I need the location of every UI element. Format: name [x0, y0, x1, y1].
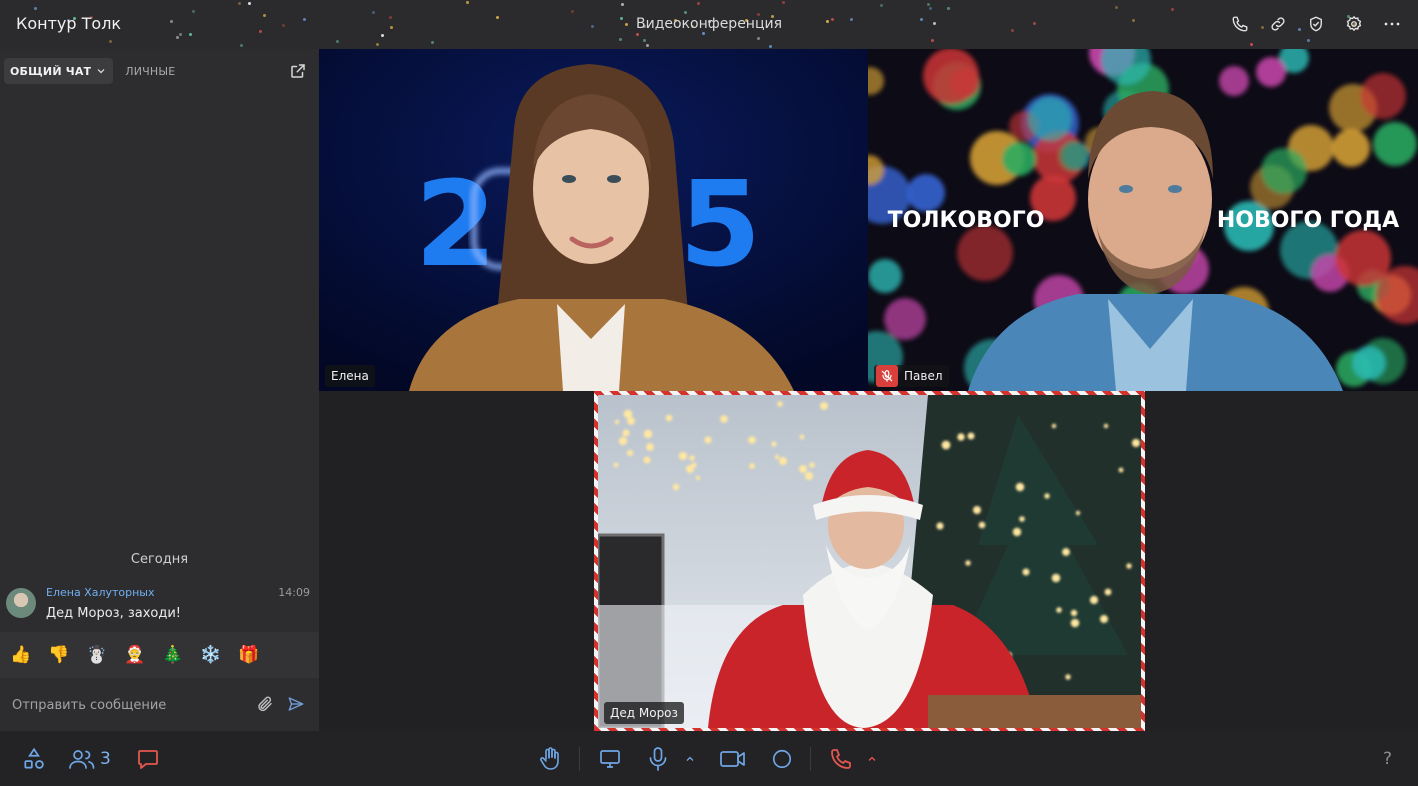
message-time: 14:09 — [278, 586, 310, 599]
raise-hand-button[interactable] — [536, 746, 564, 772]
help-button[interactable]: ? — [1383, 749, 1392, 769]
participant-video: ТОЛКОВОГО НОВОГО ГОДА — [868, 49, 1418, 391]
reaction-christmas-tree[interactable]: 🎄 — [162, 644, 184, 666]
participants-button[interactable]: 3 — [68, 746, 111, 772]
participant-name-badge: Павел — [874, 365, 949, 387]
phone-icon[interactable] — [1228, 12, 1252, 36]
toolbar-divider — [810, 747, 811, 771]
top-actions — [1228, 12, 1404, 36]
reaction-snowman[interactable]: ☃️ — [86, 644, 108, 666]
microphone-icon — [649, 747, 667, 771]
background-text-left: ТОЛКОВОГО — [888, 208, 1045, 233]
open-in-window-icon[interactable] — [289, 62, 307, 80]
tab-label: ОБЩИЙ ЧАТ — [10, 64, 92, 78]
video-stage: 2025 Елена ТОЛКОВОГО НОВОГО ГОД — [319, 49, 1418, 731]
microphone-options-button[interactable] — [680, 746, 700, 772]
record-circle-icon — [772, 749, 792, 769]
attach-icon[interactable] — [256, 695, 274, 713]
screen-share-button[interactable] — [596, 746, 624, 772]
garland-decoration — [0, 0, 1418, 49]
settings-icon[interactable] — [1342, 12, 1366, 36]
chevron-up-icon — [686, 756, 694, 761]
quick-reactions: 👍 👎 ☃️ 🤶 🎄 ❄️ 🎁 — [0, 632, 319, 678]
tab-label: ЛИЧНЫЕ — [125, 64, 176, 78]
call-options-button[interactable] — [862, 746, 882, 772]
users-icon — [69, 750, 95, 769]
hang-up-button[interactable] — [827, 746, 855, 772]
toolbar-divider — [579, 747, 580, 771]
avatar[interactable] — [6, 588, 36, 618]
tab-private-chats[interactable]: ЛИЧНЫЕ — [119, 58, 181, 84]
apps-shapes-icon — [24, 747, 44, 769]
link-icon[interactable] — [1266, 12, 1290, 36]
bottom-toolbar: 3 ? — [0, 731, 1418, 786]
record-button[interactable] — [769, 746, 795, 772]
app-window: Контур Толк Видеоконференция ОБЩИЙ ЧАТ Л… — [0, 0, 1418, 786]
day-separator: Сегодня — [130, 552, 189, 567]
message-composer — [0, 681, 319, 729]
reaction-mrs-claus[interactable]: 🤶 — [124, 644, 146, 666]
chevron-up-icon — [868, 756, 876, 761]
background-text-right: НОВОГО ГОДА — [1217, 208, 1399, 233]
participant-video — [598, 395, 1141, 728]
more-icon[interactable] — [1380, 12, 1404, 36]
message-author[interactable]: Елена Халуторных — [46, 586, 155, 599]
muted-microphone-icon — [876, 365, 898, 387]
apps-button[interactable] — [20, 746, 48, 772]
participant-name: Дед Мороз — [604, 702, 684, 724]
message-input[interactable] — [12, 695, 248, 715]
message-text: Дед Мороз, заходи! — [46, 606, 182, 621]
chat-sidebar: ОБЩИЙ ЧАТ ЛИЧНЫЕ Сегодня Елена Халуторны… — [0, 49, 319, 731]
chat-toggle-button[interactable] — [134, 746, 162, 772]
reaction-snowflake[interactable]: ❄️ — [200, 644, 222, 666]
participant-name: Павел — [904, 369, 943, 383]
raise-hand-icon — [540, 747, 559, 770]
participant-video: 2025 — [319, 49, 868, 391]
reaction-thumbs-up[interactable]: 👍 — [10, 644, 32, 666]
microphone-button[interactable] — [645, 746, 671, 772]
video-tile-active-speaker[interactable]: Дед Мороз — [594, 391, 1145, 732]
participant-name: Елена — [325, 365, 375, 387]
chat-message: Елена Халуторных 14:09 Дед Мороз, заходи… — [6, 584, 312, 624]
shield-check-icon[interactable] — [1304, 12, 1328, 36]
app-title: Контур Толк — [16, 14, 122, 33]
monitor-icon — [600, 750, 620, 768]
title-bar: Контур Толк Видеоконференция — [0, 0, 1418, 49]
reaction-gift[interactable]: 🎁 — [238, 644, 260, 666]
chevron-down-icon — [97, 69, 105, 74]
chat-icon — [138, 750, 158, 769]
send-icon[interactable] — [286, 695, 306, 713]
reaction-thumbs-down[interactable]: 👎 — [48, 644, 70, 666]
camera-button[interactable] — [718, 746, 748, 772]
video-tile[interactable]: ТОЛКОВОГО НОВОГО ГОДА Павел — [868, 49, 1418, 391]
participants-count: 3 — [100, 749, 111, 769]
video-camera-icon — [720, 751, 745, 767]
chat-tabs: ОБЩИЙ ЧАТ ЛИЧНЫЕ — [4, 58, 181, 84]
video-tile[interactable]: 2025 Елена — [319, 49, 868, 391]
hang-up-phone-icon — [831, 749, 851, 769]
tab-general-chat[interactable]: ОБЩИЙ ЧАТ — [4, 58, 114, 84]
